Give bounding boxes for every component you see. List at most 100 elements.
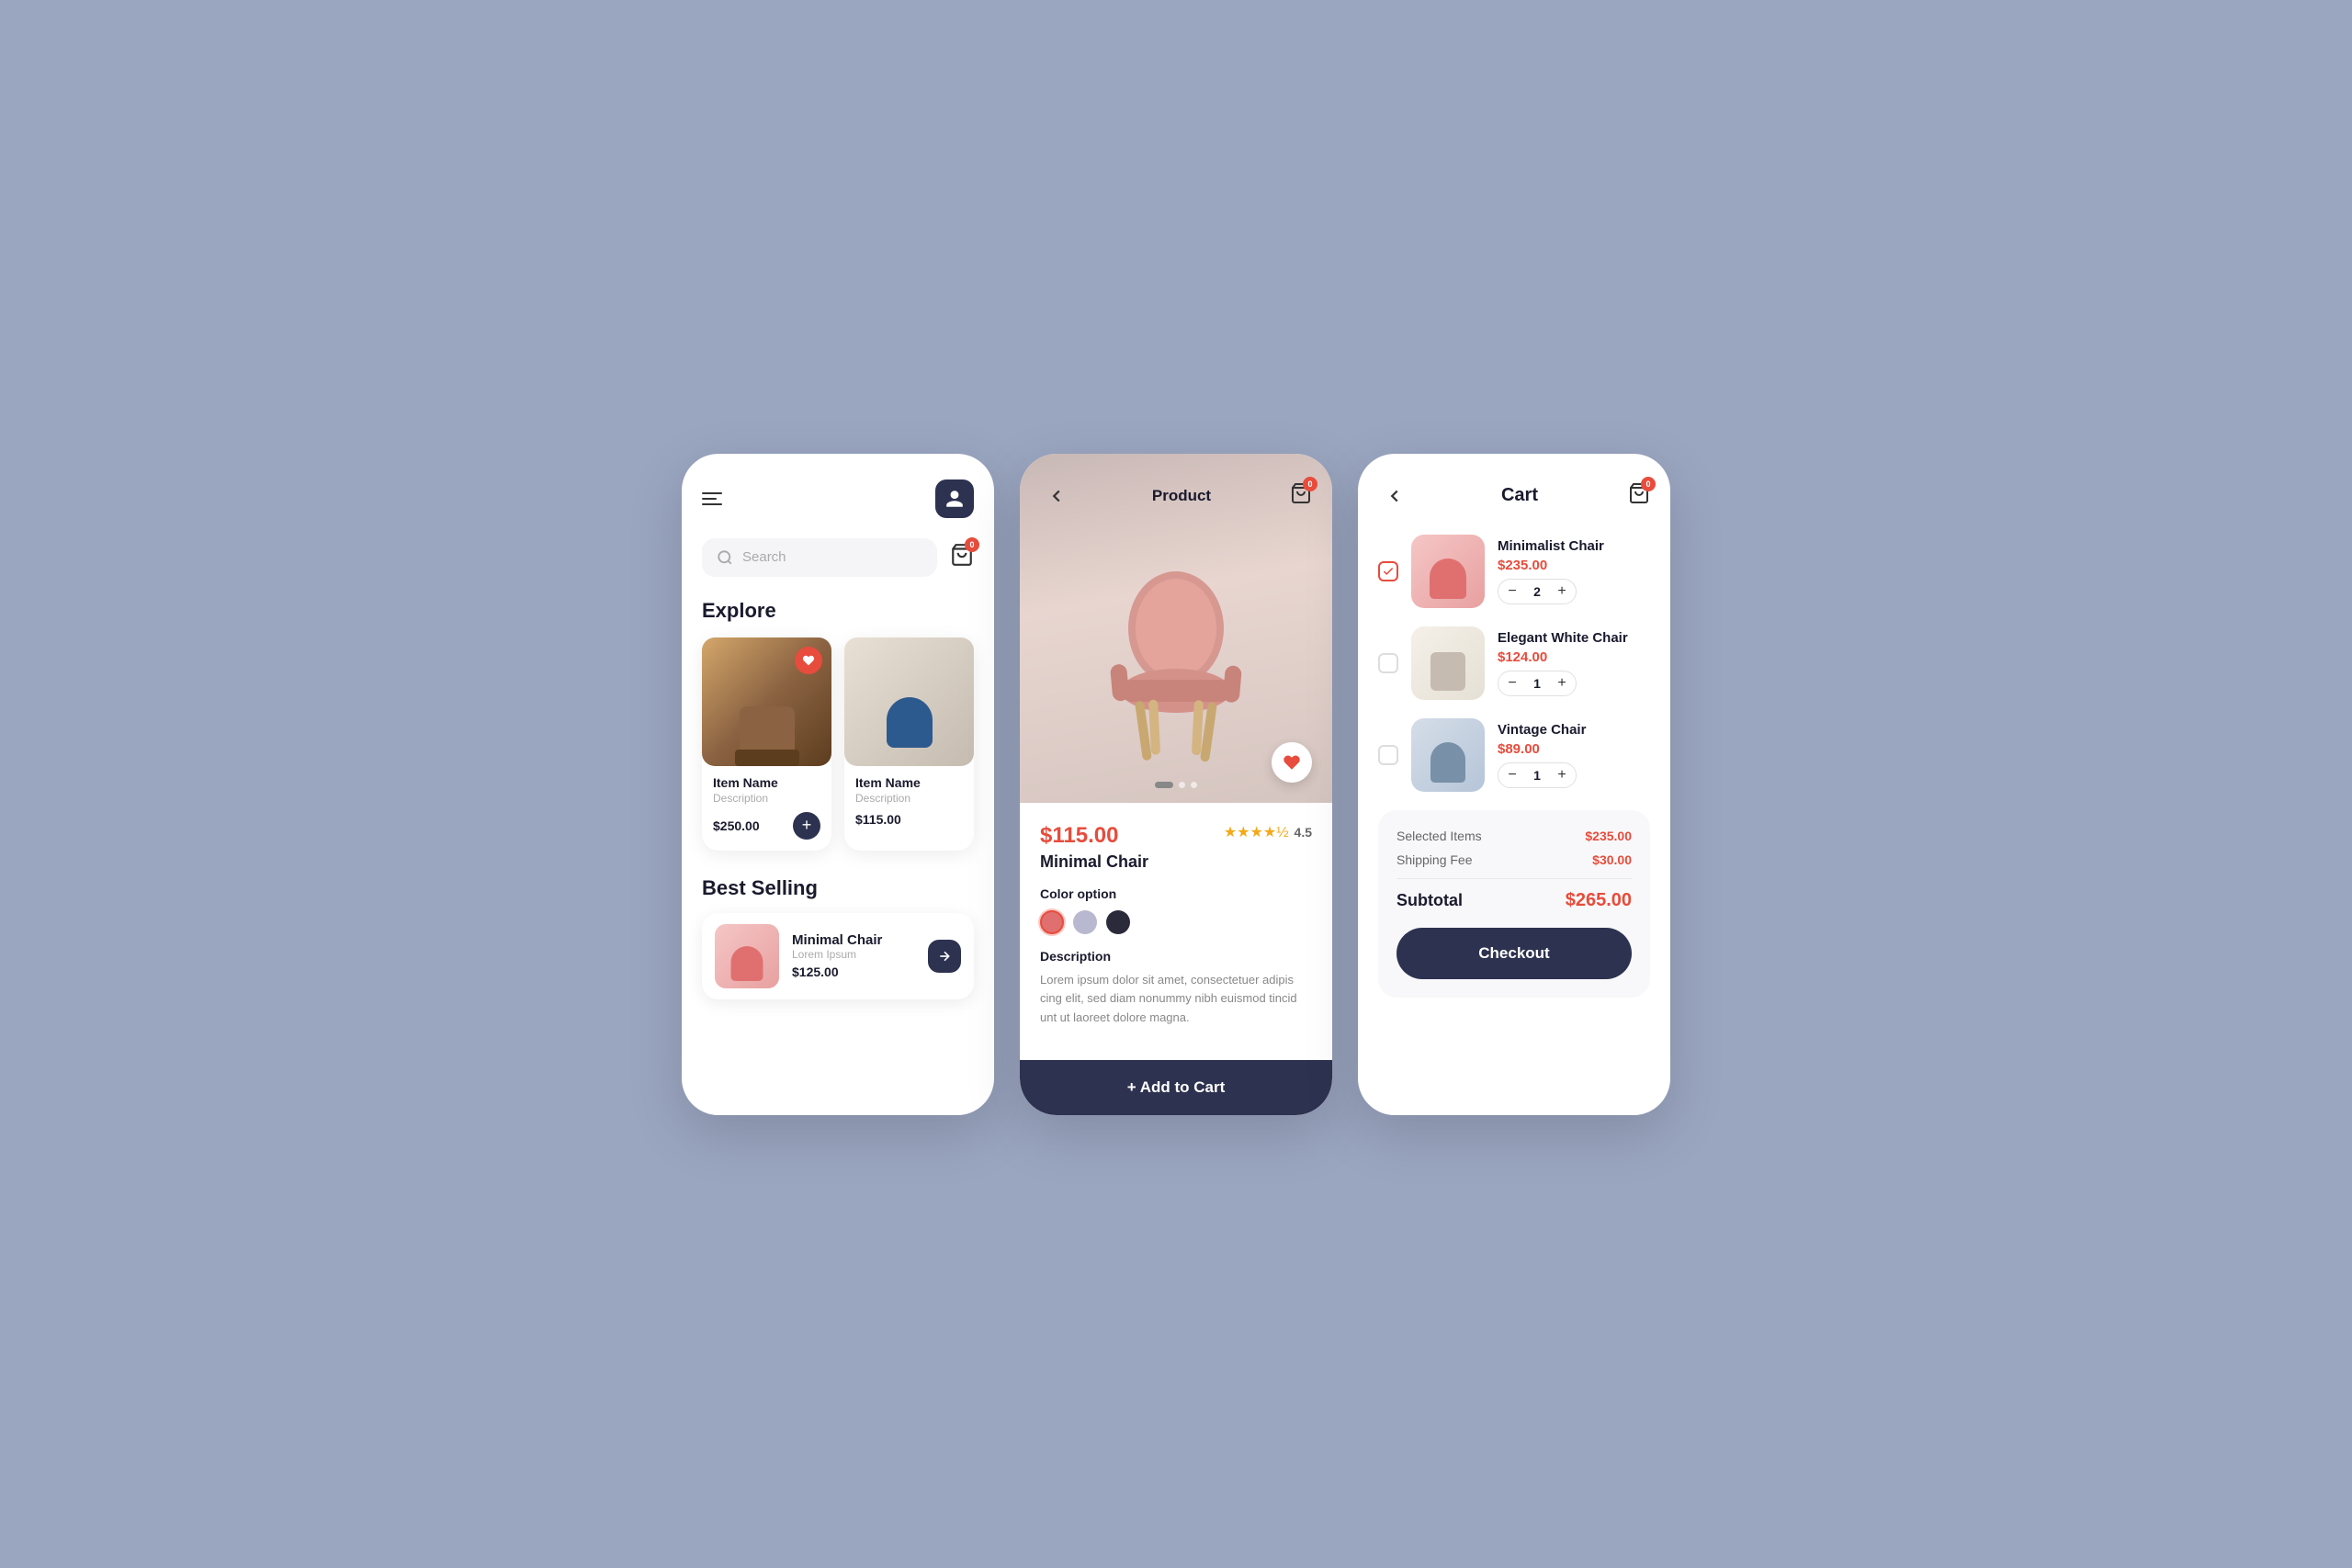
- screens-container: Search 0 Explore: [682, 454, 1670, 1115]
- dot-3: [1191, 782, 1197, 788]
- best-selling-name-1: Minimal Chair: [792, 932, 915, 948]
- shipping-fee-label: Shipping Fee: [1396, 852, 1473, 867]
- shipping-fee-value: $30.00: [1592, 852, 1632, 867]
- product-nav-title: Product: [1152, 487, 1211, 505]
- profile-button[interactable]: [935, 479, 974, 518]
- color-option-1[interactable]: [1040, 910, 1064, 934]
- dot-indicator: [1155, 782, 1197, 788]
- explore-card-1-image: [702, 637, 831, 766]
- search-icon: [717, 549, 733, 566]
- product-back-button[interactable]: [1040, 479, 1073, 513]
- cart-item-2: Elegant White Chair $124.00 − 1 +: [1378, 626, 1650, 700]
- explore-card-1-price: $250.00: [713, 818, 760, 833]
- checkout-button[interactable]: Checkout: [1396, 928, 1632, 979]
- cart-checkbox-1[interactable]: [1378, 561, 1398, 581]
- qty-control-1: − 2 +: [1498, 579, 1577, 604]
- cart-back-button[interactable]: [1378, 479, 1411, 513]
- cart-header: Cart 0: [1378, 479, 1650, 513]
- description-text: Lorem ipsum dolor sit amet, consectetuer…: [1040, 971, 1312, 1028]
- subtotal-row: Subtotal $265.00: [1396, 890, 1632, 911]
- cart-item-visual-2: [1411, 626, 1485, 700]
- best-selling-card-1[interactable]: Minimal Chair Lorem Ipsum $125.00: [702, 913, 974, 999]
- menu-icon[interactable]: [702, 492, 722, 505]
- summary-divider: [1396, 878, 1632, 879]
- dot-2: [1179, 782, 1185, 788]
- subtotal-value: $265.00: [1566, 890, 1632, 911]
- description-label: Description: [1040, 949, 1312, 964]
- dot-1: [1155, 782, 1173, 788]
- cart-title: Cart: [1501, 485, 1538, 506]
- best-selling-desc-1: Lorem Ipsum: [792, 948, 915, 961]
- explore-card-2-info: Item Name Description $115.00: [844, 766, 974, 838]
- explore-card-2-image: [844, 637, 974, 766]
- profile-icon: [944, 489, 965, 509]
- rating-number: 4.5: [1295, 825, 1312, 840]
- qty-control-2: − 1 +: [1498, 671, 1577, 696]
- qty-number-2: 1: [1526, 676, 1548, 691]
- cart-badge: 0: [965, 537, 979, 552]
- color-options: [1040, 910, 1312, 934]
- search-box[interactable]: Search: [702, 538, 937, 577]
- qty-decrease-2[interactable]: −: [1498, 671, 1526, 695]
- favorite-button[interactable]: [1272, 742, 1312, 783]
- explore-card-1-name: Item Name: [713, 775, 820, 790]
- qty-decrease-3[interactable]: −: [1498, 763, 1526, 787]
- cart-header-badge: 0: [1641, 477, 1656, 491]
- home-header: [702, 479, 974, 518]
- cart-item-details-1: Minimalist Chair $235.00 − 2 +: [1498, 538, 1650, 604]
- summary-row-items: Selected Items $235.00: [1396, 829, 1632, 843]
- product-screen: Product 0: [1020, 454, 1332, 1115]
- cart-item-img-3: [1411, 718, 1485, 792]
- qty-increase-3[interactable]: +: [1548, 763, 1576, 787]
- home-cart-button[interactable]: 0: [950, 543, 974, 571]
- cart-item-img-2: [1411, 626, 1485, 700]
- cart-item-3: Vintage Chair $89.00 − 1 +: [1378, 718, 1650, 792]
- explore-card-1-price-row: $250.00 +: [713, 812, 820, 840]
- cart-item-details-3: Vintage Chair $89.00 − 1 +: [1498, 722, 1650, 788]
- cart-item-visual-3: [1411, 718, 1485, 792]
- search-row: Search 0: [702, 538, 974, 577]
- cart-item-1: Minimalist Chair $235.00 − 2 +: [1378, 535, 1650, 608]
- explore-card-1-desc: Description: [713, 792, 820, 805]
- cart-item-price-1: $235.00: [1498, 558, 1650, 573]
- check-icon-1: [1382, 565, 1395, 578]
- best-selling-arrow-button-1[interactable]: [928, 940, 961, 973]
- qty-control-3: − 1 +: [1498, 762, 1577, 788]
- cart-item-details-2: Elegant White Chair $124.00 − 1 +: [1498, 630, 1650, 696]
- back-icon: [1046, 486, 1067, 506]
- cart-checkbox-2[interactable]: [1378, 653, 1398, 673]
- stars: ★★★★½: [1224, 823, 1289, 841]
- cart-header-cart-button[interactable]: 0: [1628, 482, 1650, 509]
- explore-card-2-price-row: $115.00: [855, 812, 963, 827]
- cart-summary-card: Selected Items $235.00 Shipping Fee $30.…: [1378, 810, 1650, 998]
- price-rating-row: $115.00 Minimal Chair ★★★★½ 4.5: [1040, 823, 1312, 883]
- cart-screen: Cart 0 Minimalist Chair $235.00: [1358, 454, 1670, 1115]
- home-screen: Search 0 Explore: [682, 454, 994, 1115]
- qty-decrease-1[interactable]: −: [1498, 580, 1526, 604]
- cart-item-price-3: $89.00: [1498, 741, 1650, 757]
- cart-item-visual-1: [1411, 535, 1485, 608]
- color-option-label: Color option: [1040, 886, 1312, 901]
- explore-card-1-info: Item Name Description $250.00 +: [702, 766, 831, 851]
- explore-grid: Item Name Description $250.00 + Item Nam…: [702, 637, 974, 851]
- product-cart-button[interactable]: 0: [1290, 482, 1312, 509]
- cart-item-name-2: Elegant White Chair: [1498, 630, 1650, 646]
- qty-number-3: 1: [1526, 768, 1548, 783]
- color-option-2[interactable]: [1073, 910, 1097, 934]
- explore-card-1-add-button[interactable]: +: [793, 812, 820, 840]
- search-placeholder: Search: [742, 549, 786, 565]
- qty-increase-1[interactable]: +: [1548, 580, 1576, 604]
- explore-card-1[interactable]: Item Name Description $250.00 +: [702, 637, 831, 851]
- cart-item-name-3: Vintage Chair: [1498, 722, 1650, 738]
- cart-checkbox-3[interactable]: [1378, 745, 1398, 765]
- color-option-3[interactable]: [1106, 910, 1130, 934]
- favorite-badge-1[interactable]: [795, 647, 822, 674]
- explore-card-2[interactable]: Item Name Description $115.00: [844, 637, 974, 851]
- product-name-big: Minimal Chair: [1040, 852, 1148, 872]
- product-hero-image: Product 0: [1020, 454, 1332, 803]
- selected-items-value: $235.00: [1585, 829, 1632, 843]
- add-to-cart-button[interactable]: + Add to Cart: [1020, 1060, 1332, 1115]
- explore-title: Explore: [702, 599, 974, 623]
- qty-increase-2[interactable]: +: [1548, 671, 1576, 695]
- product-details: $115.00 Minimal Chair ★★★★½ 4.5 Color op…: [1020, 803, 1332, 1046]
